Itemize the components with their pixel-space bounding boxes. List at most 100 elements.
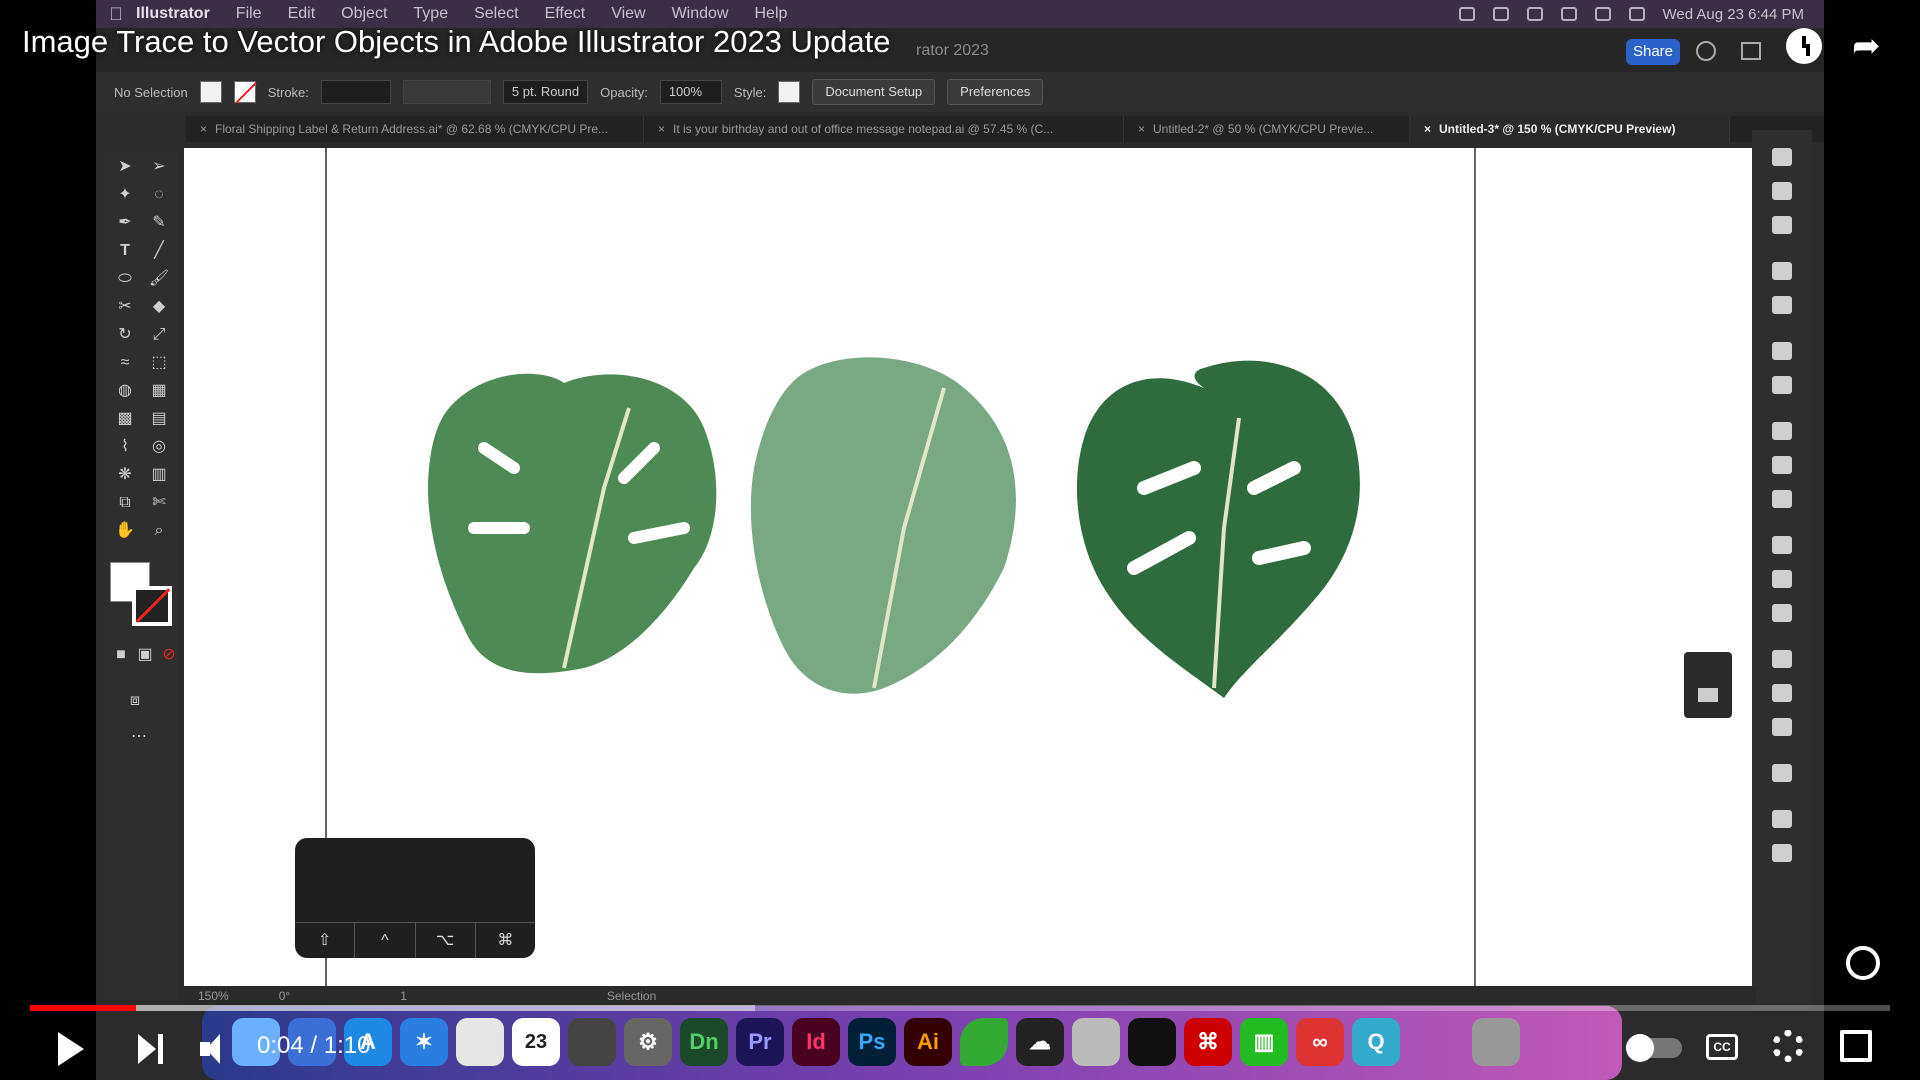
shape-builder-tool-icon[interactable]: ◍ <box>114 380 136 402</box>
battery-icon[interactable] <box>1560 7 1577 21</box>
links-panel-icon[interactable] <box>1772 844 1792 862</box>
properties-panel-icon[interactable] <box>1772 148 1792 166</box>
line-tool-icon[interactable]: ╱ <box>148 240 170 262</box>
selection-tool-icon[interactable]: ➤ <box>114 156 136 178</box>
monstera-leaf-1[interactable] <box>428 373 717 674</box>
slice-tool-icon[interactable]: ✄ <box>148 492 170 514</box>
bluetooth-icon[interactable] <box>1526 7 1543 21</box>
eraser-tool-icon[interactable]: ◆ <box>148 296 170 318</box>
zoom-tool-icon[interactable]: ⌕ <box>148 520 170 542</box>
close-icon[interactable]: × <box>658 122 665 136</box>
document-setup-button[interactable]: Document Setup <box>812 79 936 105</box>
stroke-swatch-control[interactable] <box>233 81 256 103</box>
pen-tool-icon[interactable]: ✒ <box>114 212 136 234</box>
doc-tab[interactable]: × Untitled-2* @ 50 % (CMYK/CPU Previe... <box>1124 116 1410 142</box>
watch-later-icon[interactable] <box>1786 28 1822 64</box>
fill-swatch[interactable] <box>199 81 222 103</box>
progress-bar[interactable] <box>30 1005 1890 1011</box>
close-icon[interactable]: × <box>1138 122 1145 136</box>
brush-definition-field[interactable]: 5 pt. Round <box>502 80 589 104</box>
dropbox-icon[interactable] <box>1492 7 1509 21</box>
spotlight-icon[interactable] <box>1628 7 1645 21</box>
monstera-leaf-3[interactable] <box>1076 360 1360 698</box>
doc-tab[interactable]: × Floral Shipping Label & Return Address.… <box>186 116 644 142</box>
captions-button[interactable]: CC <box>1706 1034 1738 1060</box>
rotate-tool-icon[interactable]: ↻ <box>114 324 136 346</box>
mesh-tool-icon[interactable]: ▩ <box>114 408 136 430</box>
gradient-tool-icon[interactable]: ▤ <box>148 408 170 430</box>
menu-select[interactable]: Select <box>474 5 518 23</box>
settings-button[interactable] <box>1772 1030 1804 1062</box>
symbol-sprayer-tool-icon[interactable]: ❋ <box>114 464 136 486</box>
menu-view[interactable]: View <box>611 5 645 23</box>
blend-tool-icon[interactable]: ◎ <box>148 436 170 458</box>
align-panel-icon[interactable] <box>1772 684 1792 702</box>
close-icon[interactable]: × <box>1424 122 1431 136</box>
menu-clock[interactable]: Wed Aug 23 6:44 PM <box>1663 6 1804 23</box>
graph-tool-icon[interactable]: ▥ <box>148 464 170 486</box>
next-button[interactable] <box>138 1034 164 1064</box>
free-transform-tool-icon[interactable]: ⬚ <box>148 352 170 374</box>
workspace-switcher-icon[interactable] <box>1741 42 1761 60</box>
change-screen-mode-icon[interactable]: ⧈ <box>124 690 146 712</box>
brushes-panel-icon[interactable] <box>1772 296 1792 314</box>
autoplay-toggle[interactable] <box>1626 1034 1682 1062</box>
menu-help[interactable]: Help <box>754 5 787 23</box>
gradient-mode-icon[interactable]: ▣ <box>134 644 156 666</box>
doc-tab[interactable]: × It is your birthday and out of office m… <box>644 116 1124 142</box>
doc-tab-active[interactable]: × Untitled-3* @ 150 % (CMYK/CPU Preview) <box>1410 116 1730 142</box>
direct-selection-tool-icon[interactable]: ➢ <box>148 156 170 178</box>
shaper-tool-icon[interactable]: ✂ <box>114 296 136 318</box>
hand-tool-icon[interactable]: ✋ <box>114 520 136 542</box>
color-guide-panel-icon[interactable] <box>1772 764 1792 782</box>
curvature-tool-icon[interactable]: ✎ <box>148 212 170 234</box>
artboards-panel-icon[interactable] <box>1772 570 1792 588</box>
menu-file[interactable]: File <box>236 5 262 23</box>
type-tool-icon[interactable]: T <box>114 240 136 262</box>
image-trace-panel-icon[interactable] <box>1772 490 1792 508</box>
menu-type[interactable]: Type <box>413 5 448 23</box>
pathfinder-panel-icon[interactable] <box>1772 718 1792 736</box>
stroke-color-swatch[interactable] <box>132 586 172 626</box>
appearance-panel-icon[interactable] <box>1772 376 1792 394</box>
video-player[interactable]:  Illustrator File Edit Object Type Sele… <box>0 0 1920 1080</box>
menu-edit[interactable]: Edit <box>288 5 316 23</box>
menu-app-name[interactable]: Illustrator <box>136 5 210 23</box>
stroke-swatch[interactable] <box>233 81 256 103</box>
stroke-weight-field[interactable] <box>320 80 391 104</box>
play-button[interactable] <box>58 1032 88 1066</box>
transform-panel-icon[interactable] <box>1772 650 1792 668</box>
close-icon[interactable]: × <box>200 122 207 136</box>
graphic-styles-panel-icon[interactable] <box>1772 456 1792 474</box>
volume-button[interactable] <box>200 1034 232 1064</box>
panel-icon[interactable] <box>1698 688 1718 702</box>
scale-tool-icon[interactable]: ⤢ <box>148 324 170 346</box>
none-mode-icon[interactable]: ⊘ <box>158 644 180 666</box>
style-swatch[interactable] <box>778 81 801 103</box>
share-arrow-icon[interactable]: ➦ <box>1852 28 1892 64</box>
zoom-level[interactable]: 150% <box>198 989 229 1003</box>
symbols-panel-icon[interactable] <box>1772 262 1792 280</box>
stroke-panel-icon[interactable] <box>1772 342 1792 360</box>
edit-toolbar-icon[interactable]: ⋯ <box>128 726 150 748</box>
fill-swatch-control[interactable] <box>199 81 222 103</box>
libraries-panel-icon[interactable] <box>1772 182 1792 200</box>
layers-panel-icon[interactable] <box>1772 536 1792 554</box>
lasso-tool-icon[interactable]: ◌ <box>148 184 170 206</box>
eyedropper-tool-icon[interactable]: ⌇ <box>114 436 136 458</box>
share-button[interactable]: Share <box>1626 39 1680 65</box>
rotation-value[interactable]: 0° <box>279 989 290 1003</box>
actions-panel-icon[interactable] <box>1772 810 1792 828</box>
paintbrush-tool-icon[interactable]: 🖌 <box>148 268 170 290</box>
artboard-canvas[interactable]: ⇧ ^ ⌥ ⌘ <box>184 148 1756 986</box>
record-icon[interactable] <box>1458 7 1475 21</box>
artboard-tool-icon[interactable]: ⧉ <box>114 492 136 514</box>
wifi-icon[interactable] <box>1594 7 1611 21</box>
preferences-button[interactable]: Preferences <box>947 79 1044 105</box>
artboard-number[interactable]: 1 <box>400 989 407 1003</box>
opacity-field[interactable]: 100% <box>659 80 722 104</box>
ellipse-tool-icon[interactable]: ⬭ <box>114 268 136 290</box>
fill-stroke-control[interactable] <box>110 562 180 634</box>
magic-wand-tool-icon[interactable]: ✦ <box>114 184 136 206</box>
menu-window[interactable]: Window <box>672 5 729 23</box>
